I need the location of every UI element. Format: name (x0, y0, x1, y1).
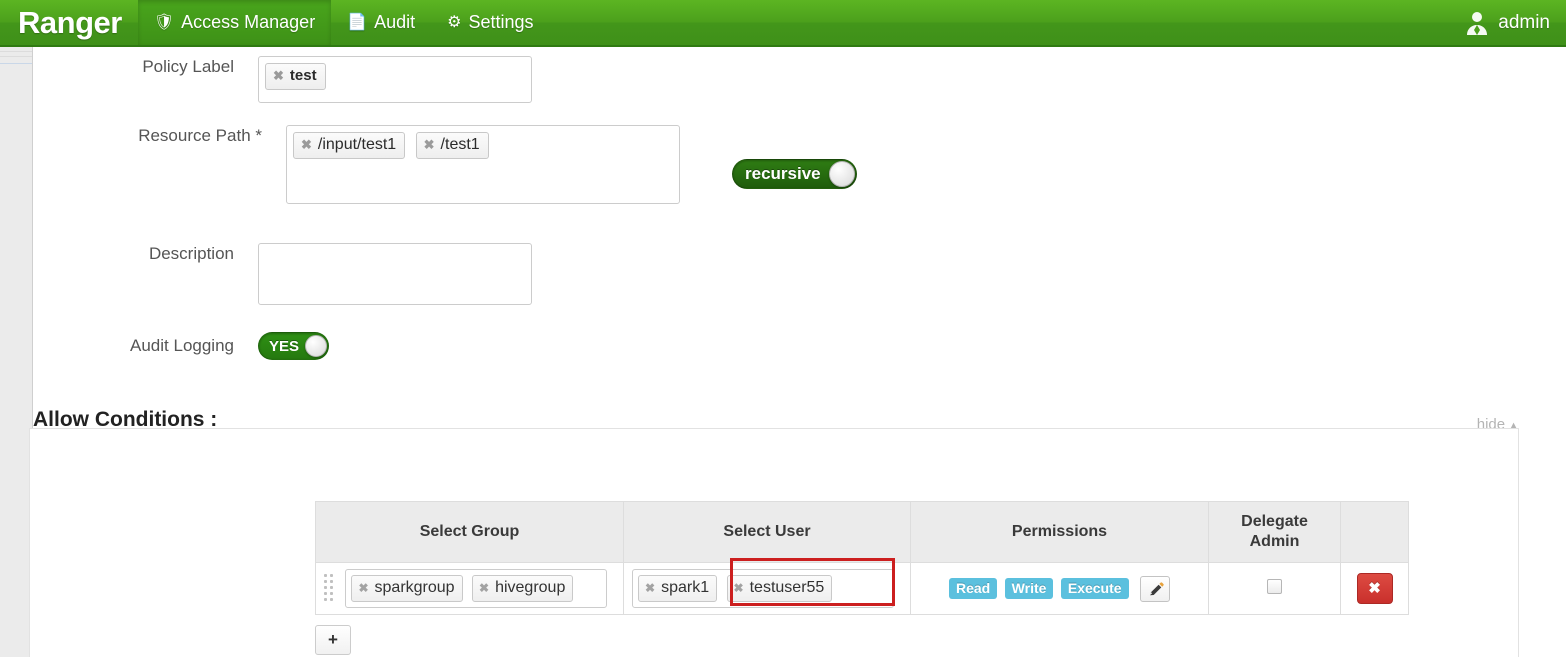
column-header-permissions: Permissions (910, 501, 1209, 563)
drag-handle-icon[interactable] (324, 572, 335, 606)
delegate-admin-line2: Admin (1249, 533, 1300, 550)
cell-select-group: ✖ sparkgroup ✖ hivegroup (315, 562, 624, 615)
remove-tag-icon[interactable]: ✖ (734, 577, 744, 599)
policy-label-input[interactable]: ✖ test (258, 56, 532, 103)
select-group-input[interactable]: ✖ sparkgroup ✖ hivegroup (345, 569, 608, 608)
nav-item-access-manager[interactable]: 🛡 Access Manager (137, 0, 332, 45)
column-header-select-group: Select Group (315, 501, 624, 563)
nav-item-audit[interactable]: 📄 Audit (331, 0, 431, 45)
audit-logging-toggle[interactable]: YES (258, 332, 330, 360)
allow-conditions-panel: Select Group Select User Permissions Del… (29, 428, 1519, 657)
recursive-toggle[interactable]: recursive (732, 159, 857, 189)
description-input[interactable] (258, 243, 532, 305)
group-tag-text: hivegroup (495, 579, 566, 596)
resource-path-label: Resource Path * (138, 126, 262, 145)
cell-select-user: ✖ spark1 ✖ testuser55 (623, 558, 911, 615)
resource-path-tag[interactable]: ✖ /test1 (415, 132, 489, 159)
permission-badge-execute[interactable]: Execute (1060, 577, 1129, 599)
user-tag-highlighted[interactable]: ✖ testuser55 (726, 575, 833, 602)
toggle-knob (828, 161, 855, 187)
select-user-input[interactable]: ✖ spark1 ✖ testuser55 (632, 558, 895, 608)
delegate-admin-checkbox[interactable] (1267, 578, 1282, 594)
permission-badge-read[interactable]: Read (948, 577, 998, 599)
user-tag[interactable]: ✖ spark1 (638, 575, 718, 602)
group-tag-text: sparkgroup (374, 579, 455, 596)
gear-icon: ⚙ (447, 13, 462, 31)
column-header-delegate-admin: Delegate Admin (1208, 501, 1341, 563)
user-name-label: admin (1498, 11, 1550, 33)
user-tag-text: testuser55 (749, 579, 825, 596)
recursive-toggle-label: recursive (745, 164, 821, 183)
policy-label-label: Policy Label (142, 57, 234, 76)
cell-permissions: Read Write Execute (910, 562, 1209, 615)
edit-permissions-button[interactable] (1140, 575, 1171, 602)
field-policy-label: Policy Label ✖ test (34, 56, 532, 103)
group-tag[interactable]: ✖ sparkgroup (351, 575, 463, 602)
nav-item-settings[interactable]: ⚙ Settings (431, 0, 549, 45)
field-audit-logging: Audit Logging YES (34, 332, 330, 360)
shield-icon: 🛡 (153, 13, 175, 31)
field-resource-path: Resource Path * ✖ /input/test1 ✖ /test1 … (34, 125, 857, 204)
description-label: Description (148, 244, 234, 263)
column-header-select-user: Select User (623, 501, 911, 563)
policy-label-tag[interactable]: ✖ test (265, 63, 326, 90)
pencil-icon (1150, 581, 1164, 595)
field-description: Description (34, 243, 532, 305)
user-menu[interactable]: admin (1464, 0, 1566, 45)
brand-logo[interactable]: Ranger (0, 0, 138, 45)
file-icon: 📄 (347, 13, 368, 31)
user-icon (1467, 11, 1488, 35)
user-tag-text: spark1 (661, 579, 710, 596)
cell-delete: ✖ (1340, 562, 1409, 615)
remove-tag-icon[interactable]: ✖ (301, 135, 312, 155)
permission-badge-write[interactable]: Write (1004, 577, 1054, 599)
remove-tag-icon[interactable]: ✖ (479, 577, 489, 599)
delete-row-button[interactable]: ✖ (1356, 573, 1393, 604)
remove-tag-icon[interactable]: ✖ (358, 577, 368, 599)
resource-path-tag-text: /input/test1 (317, 136, 397, 153)
table-header-row: Select Group Select User Permissions Del… (315, 501, 1409, 563)
resource-path-input[interactable]: ✖ /input/test1 ✖ /test1 (286, 125, 680, 204)
remove-tag-icon[interactable]: ✖ (424, 135, 435, 155)
add-condition-button[interactable]: + (315, 625, 351, 655)
group-tag[interactable]: ✖ hivegroup (472, 575, 574, 602)
remove-tag-icon[interactable]: ✖ (645, 577, 655, 599)
remove-tag-icon[interactable]: ✖ (273, 66, 284, 86)
cell-delegate-admin (1208, 562, 1341, 615)
nav-item-access-manager-label: Access Manager (181, 12, 316, 32)
nav-item-settings-label: Settings (468, 12, 534, 32)
nav-item-audit-label: Audit (374, 12, 416, 32)
resource-path-tag-text: /test1 (440, 136, 480, 153)
allow-conditions-table: Select Group Select User Permissions Del… (315, 501, 1409, 615)
table-row: ✖ sparkgroup ✖ hivegroup ✖ spark1 ✖ test… (315, 558, 1409, 615)
audit-logging-toggle-label: YES (269, 337, 300, 355)
policy-label-tag-text: test (289, 67, 317, 84)
toggle-knob (305, 335, 328, 357)
top-navigation-bar: Ranger 🛡 Access Manager 📄 Audit ⚙ Settin… (0, 0, 1566, 47)
delegate-admin-line1: Delegate (1241, 513, 1308, 530)
resource-path-tag[interactable]: ✖ /input/test1 (293, 132, 406, 159)
column-header-actions (1340, 501, 1409, 563)
audit-logging-label: Audit Logging (130, 336, 234, 355)
